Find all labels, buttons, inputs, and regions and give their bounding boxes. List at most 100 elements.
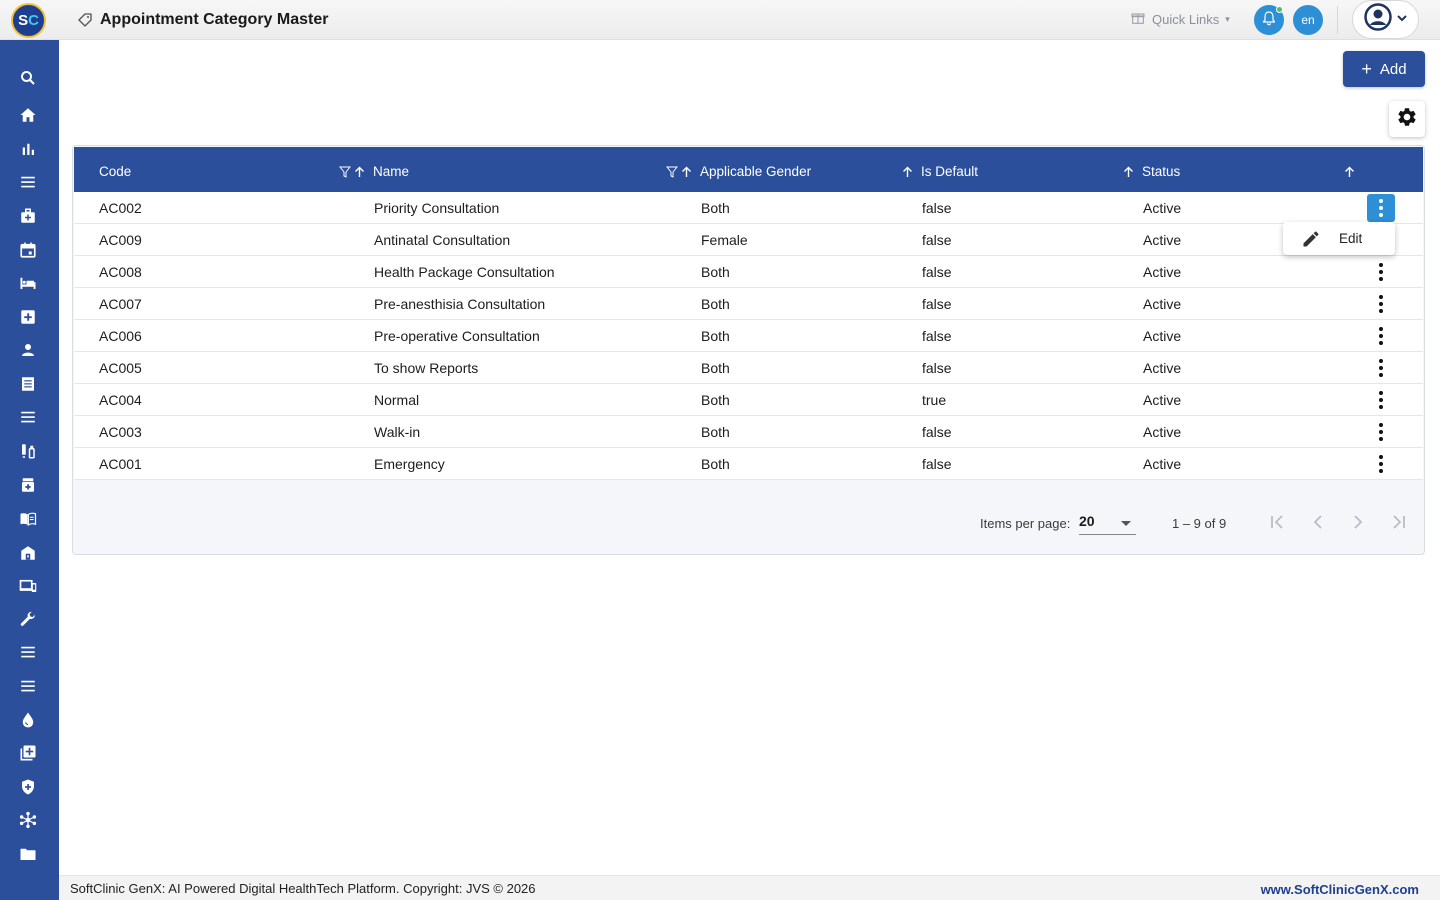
column-header-gender[interactable]: Applicable Gender <box>700 164 811 179</box>
sidebar-item-drop[interactable] <box>17 711 39 733</box>
sidebar-item-building[interactable] <box>17 544 39 566</box>
items-per-page-value: 20 <box>1079 513 1095 529</box>
table-row[interactable]: AC001 Emergency Both false Active <box>74 448 1423 480</box>
add-button[interactable]: + Add <box>1343 51 1425 87</box>
row-actions-button[interactable] <box>1367 290 1395 318</box>
table-row[interactable]: AC009 Antinatal Consultation Female false Ac… <box>74 224 1423 256</box>
footer-copyright: SoftClinic GenX: AI Powered Digital Heal… <box>70 881 536 896</box>
more-vert-icon <box>1379 327 1383 345</box>
hub-icon <box>19 811 37 834</box>
row-actions-button[interactable] <box>1367 418 1395 446</box>
cell-name: Emergency <box>374 456 445 472</box>
cell-is-default: false <box>922 264 952 280</box>
sidebar-item-menu[interactable] <box>17 408 39 430</box>
cell-name: Normal <box>374 392 420 408</box>
first-page-button[interactable] <box>1266 510 1290 534</box>
cell-gender: Both <box>701 424 730 440</box>
wrench-icon <box>19 610 37 633</box>
sidebar-item-menu[interactable] <box>17 677 39 699</box>
row-actions-button[interactable] <box>1367 258 1395 286</box>
gear-icon <box>1396 106 1418 133</box>
sort-arrow-up-icon[interactable] <box>1344 166 1355 181</box>
sidebar-item-menu[interactable] <box>17 643 39 665</box>
sidebar-item-medical-bag[interactable] <box>17 207 39 229</box>
cell-status: Active <box>1143 392 1182 408</box>
sidebar-item-medicine[interactable] <box>17 476 39 498</box>
lab-test-icon <box>19 442 37 465</box>
cell-is-default: true <box>922 392 947 408</box>
add-button-label: Add <box>1379 60 1407 78</box>
sort-arrow-up-icon[interactable] <box>1123 166 1134 181</box>
table-row[interactable]: AC004 Normal Both true Active <box>74 384 1423 416</box>
profile-menu-button[interactable] <box>1352 0 1419 39</box>
notifications-button[interactable] <box>1254 5 1284 35</box>
language-button[interactable]: en <box>1293 5 1323 35</box>
table-row[interactable]: AC008 Health Package Consultation Both fals… <box>74 256 1423 288</box>
table-row[interactable]: AC006 Pre-operative Consultation Both false… <box>74 320 1423 352</box>
cell-is-default: false <box>922 456 952 472</box>
cell-status: Active <box>1143 424 1182 440</box>
sidebar-item-wrench[interactable] <box>17 610 39 632</box>
book-icon <box>19 510 37 533</box>
medical-bag-icon <box>19 207 37 230</box>
search-icon <box>19 69 37 92</box>
sidebar-item-book[interactable] <box>17 510 39 532</box>
sidebar-item-hub[interactable] <box>17 811 39 833</box>
sidebar-item-library-add[interactable] <box>17 744 39 766</box>
sidebar-item-person[interactable] <box>17 341 39 363</box>
column-header-name[interactable]: Name <box>373 164 409 179</box>
page-title: Appointment Category Master <box>100 11 329 28</box>
sidebar-item-bar-chart[interactable] <box>17 140 39 162</box>
previous-page-button[interactable] <box>1306 510 1330 534</box>
row-actions-button[interactable] <box>1367 194 1395 222</box>
table-row[interactable]: AC003 Walk-in Both false Active <box>74 416 1423 448</box>
cell-status: Active <box>1143 232 1182 248</box>
sort-arrow-up-icon[interactable] <box>681 166 692 181</box>
footer-website-link[interactable]: www.SoftClinicGenX.com <box>1261 882 1419 897</box>
devices-icon <box>19 577 37 600</box>
cell-status: Active <box>1143 360 1182 376</box>
next-page-button[interactable] <box>1346 510 1370 534</box>
sidebar-item-search[interactable] <box>17 69 39 91</box>
more-vert-icon <box>1379 423 1383 441</box>
sidebar-item-calendar[interactable] <box>17 241 39 263</box>
sidebar-item-document[interactable] <box>17 375 39 397</box>
sidebar-item-devices[interactable] <box>17 577 39 599</box>
sidebar-item-shield[interactable] <box>17 778 39 800</box>
last-page-button[interactable] <box>1386 510 1410 534</box>
filter-icon[interactable] <box>338 166 352 181</box>
table-row[interactable]: AC007 Pre-anesthisia Consultation Both fals… <box>74 288 1423 320</box>
sidebar-item-menu[interactable] <box>17 173 39 195</box>
edit-menu-item[interactable]: Edit <box>1339 231 1362 246</box>
quick-links-dropdown[interactable]: Quick Links ▾ <box>1130 10 1230 29</box>
sidebar-item-bed[interactable] <box>17 274 39 296</box>
column-header-is-default[interactable]: Is Default <box>921 164 978 179</box>
sidebar-item-home[interactable] <box>17 106 39 128</box>
column-settings-button[interactable] <box>1389 101 1425 137</box>
cell-is-default: false <box>922 360 952 376</box>
top-bar: SC Appointment Category Master Quick Lin… <box>0 0 1440 40</box>
sidebar-item-plus-box[interactable] <box>17 308 39 330</box>
column-header-code[interactable]: Code <box>99 164 131 179</box>
row-actions-button[interactable] <box>1367 386 1395 414</box>
person-icon <box>19 341 37 364</box>
column-header-status[interactable]: Status <box>1142 164 1180 179</box>
table-row[interactable]: AC002 Priority Consultation Both false Activ… <box>74 192 1423 224</box>
row-actions-button[interactable] <box>1367 322 1395 350</box>
plus-box-icon <box>19 308 37 331</box>
tag-icon <box>77 12 93 33</box>
app-logo[interactable]: SC <box>11 3 46 38</box>
filter-icon[interactable] <box>665 166 679 181</box>
cell-is-default: false <box>922 424 952 440</box>
row-actions-button[interactable] <box>1367 354 1395 382</box>
table-row[interactable]: AC005 To show Reports Both false Active <box>74 352 1423 384</box>
row-actions-button[interactable] <box>1367 450 1395 478</box>
cell-is-default: false <box>922 232 952 248</box>
cell-name: Pre-anesthisia Consultation <box>374 296 546 312</box>
sidebar-item-lab-test[interactable] <box>17 442 39 464</box>
items-per-page-select[interactable]: 20 <box>1079 509 1136 535</box>
sidebar-item-folder[interactable] <box>17 845 39 867</box>
sort-arrow-up-icon[interactable] <box>354 166 365 181</box>
cell-code: AC003 <box>99 424 142 440</box>
sort-arrow-up-icon[interactable] <box>902 166 913 181</box>
